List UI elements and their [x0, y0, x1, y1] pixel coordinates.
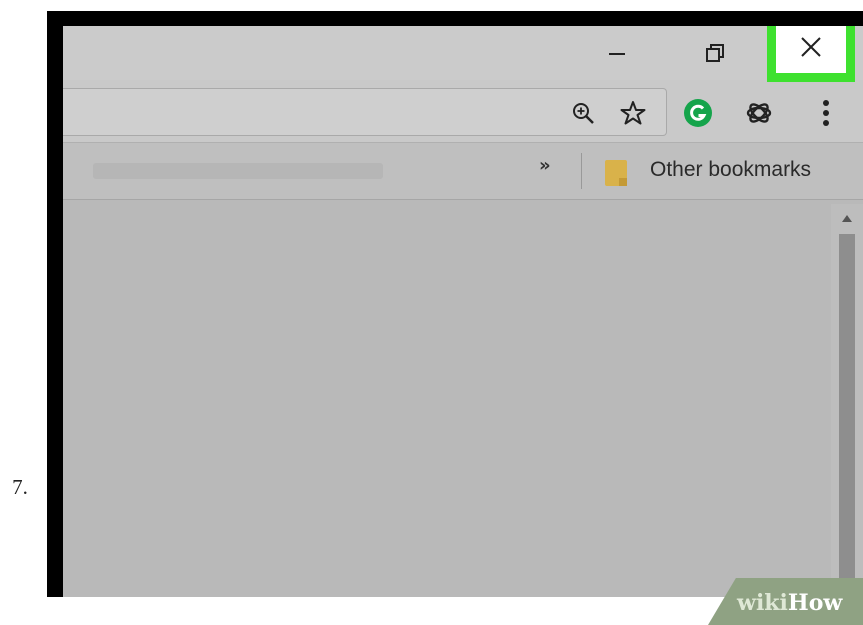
restore-button[interactable]	[680, 26, 750, 80]
bookmarks-bar: » Other bookmarks	[63, 142, 863, 200]
zoom-button[interactable]	[570, 100, 596, 126]
watermark-wiki: wiki	[737, 590, 788, 616]
close-button[interactable]	[767, 26, 855, 82]
bookmarks-placeholder	[93, 163, 383, 179]
folder-icon	[603, 158, 631, 193]
browser-menu-button[interactable]	[813, 98, 839, 128]
bookmarks-overflow-button[interactable]: »	[539, 155, 551, 176]
page-content	[63, 200, 863, 597]
restore-icon	[706, 44, 724, 62]
menu-dots-icon	[823, 100, 829, 126]
wikihow-watermark: wikiHow	[737, 590, 842, 616]
title-bar	[63, 26, 863, 80]
bookmarks-divider	[581, 153, 582, 189]
step-number: 7.	[12, 475, 28, 499]
close-icon	[801, 37, 821, 57]
watermark-how: How	[787, 590, 843, 616]
scroll-up-icon[interactable]	[839, 212, 855, 226]
extension-button[interactable]	[744, 98, 774, 128]
grammarly-extension-button[interactable]	[683, 98, 713, 128]
bookmark-star-button[interactable]	[619, 99, 647, 127]
star-icon	[620, 101, 646, 125]
other-bookmarks-button[interactable]: Other bookmarks	[650, 158, 811, 182]
vertical-scrollbar[interactable]	[831, 204, 863, 597]
extension-icon	[746, 103, 772, 123]
minimize-button[interactable]	[582, 26, 652, 80]
scroll-thumb[interactable]	[839, 234, 855, 597]
zoom-in-icon	[573, 103, 594, 124]
grammarly-icon	[684, 99, 712, 127]
browser-window: » Other bookmarks	[63, 26, 863, 597]
minimize-icon	[609, 53, 625, 55]
